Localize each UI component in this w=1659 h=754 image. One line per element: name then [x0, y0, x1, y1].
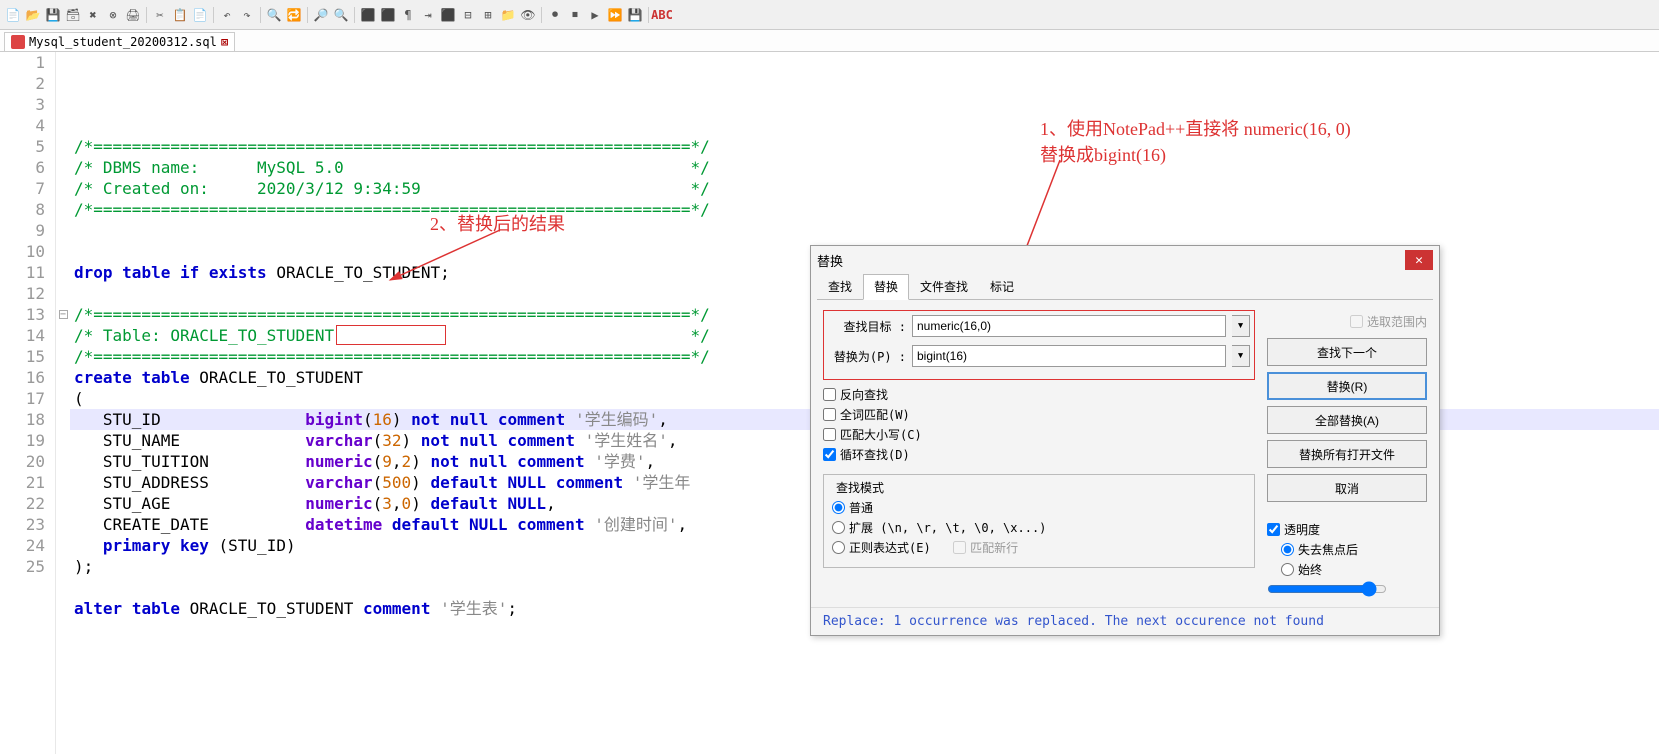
file-tab-active[interactable]: Mysql_student_20200312.sql ⊠ — [4, 32, 235, 51]
dialog-title: 替换 — [817, 251, 843, 270]
radio-extended[interactable] — [832, 521, 845, 534]
tb-indent-icon[interactable]: ⇥ — [419, 6, 437, 24]
dialog-close-button[interactable]: ✕ — [1405, 250, 1433, 270]
sql-file-icon — [11, 35, 25, 49]
search-mode-legend: 查找模式 — [832, 479, 888, 496]
chk-match-case[interactable] — [823, 428, 836, 441]
dialog-titlebar[interactable]: 替换 ✕ — [811, 246, 1439, 274]
btn-replace[interactable]: 替换(R) — [1267, 372, 1427, 400]
chk-in-selection — [1350, 315, 1363, 328]
btn-replace-in-open[interactable]: 替换所有打开文件 — [1267, 440, 1427, 468]
file-tab-label: Mysql_student_20200312.sql — [29, 35, 217, 49]
tb-rec-icon[interactable]: ⏺ — [546, 6, 564, 24]
tb-replace-icon[interactable]: 🔁 — [285, 6, 303, 24]
tb-hide-icon[interactable]: 📁 — [499, 6, 517, 24]
radio-normal[interactable] — [832, 501, 845, 514]
tb-unfold-icon[interactable]: ⊞ — [479, 6, 497, 24]
chk-dot-newline — [953, 541, 966, 554]
file-tabbar: Mysql_student_20200312.sql ⊠ — [0, 30, 1659, 52]
replace-dialog: 替换 ✕ 查找 替换 文件查找 标记 查找目标 : ▾ 替换为(P) : ▾ 反… — [810, 245, 1440, 636]
tb-copy-icon[interactable]: 📋 — [171, 6, 189, 24]
btn-replace-all[interactable]: 全部替换(A) — [1267, 406, 1427, 434]
dialog-tabs: 查找 替换 文件查找 标记 — [817, 274, 1433, 300]
tb-view-icon[interactable]: 👁 — [519, 6, 537, 24]
tb-undo-icon[interactable]: ↶ — [218, 6, 236, 24]
tb-sync-icon[interactable]: ⬛ — [359, 6, 377, 24]
tab-close-icon[interactable]: ⊠ — [221, 35, 228, 49]
find-input[interactable] — [912, 315, 1226, 337]
tb-saveall-icon[interactable]: 🗃 — [64, 6, 82, 24]
chk-backward[interactable] — [823, 388, 836, 401]
tb-close-icon[interactable]: ✖ — [84, 6, 102, 24]
chk-whole-word[interactable] — [823, 408, 836, 421]
tb-stop-icon[interactable]: ⏹ — [566, 6, 584, 24]
radio-trans-always[interactable] — [1281, 563, 1294, 576]
tb-redo-icon[interactable]: ↷ — [238, 6, 256, 24]
tb-print-icon[interactable]: 🖨 — [124, 6, 142, 24]
line-number-gutter: 1234567891011121314151617181920212223242… — [0, 52, 56, 754]
tab-find-in-files[interactable]: 文件查找 — [909, 274, 979, 299]
tab-find[interactable]: 查找 — [817, 274, 863, 299]
tb-cut-icon[interactable]: ✂ — [151, 6, 169, 24]
annotation-2: 2、替换后的结果 — [430, 210, 565, 236]
tb-zoomout-icon[interactable]: 🔍 — [332, 6, 350, 24]
replace-input[interactable] — [912, 345, 1226, 367]
tb-open-icon[interactable]: 📂 — [24, 6, 42, 24]
main-toolbar: 📄 📂 💾 🗃 ✖ ⊗ 🖨 ✂ 📋 📄 ↶ ↷ 🔍 🔁 🔎 🔍 ⬛ ⬛ ¶ ⇥ … — [0, 0, 1659, 30]
tb-closeall-icon[interactable]: ⊗ — [104, 6, 122, 24]
tb-fold-icon[interactable]: ⊟ — [459, 6, 477, 24]
replace-label: 替换为(P) : — [828, 348, 906, 365]
annotation-1: 1、使用NotePad++直接将 numeric(16, 0) 替换成bigin… — [1040, 115, 1351, 167]
fold-column: − — [56, 52, 70, 754]
tb-playmult-icon[interactable]: ⏩ — [606, 6, 624, 24]
radio-trans-onlose[interactable] — [1281, 543, 1294, 556]
tb-play-icon[interactable]: ▶ — [586, 6, 604, 24]
dialog-status: Replace: 1 occurrence was replaced. The … — [811, 607, 1439, 635]
find-label: 查找目标 : — [828, 318, 906, 335]
replace-history-dropdown[interactable]: ▾ — [1232, 345, 1250, 367]
radio-regex[interactable] — [832, 541, 845, 554]
tb-find-icon[interactable]: 🔍 — [265, 6, 283, 24]
highlight-box-bigint — [336, 325, 446, 345]
tb-lang-icon[interactable]: ⬛ — [439, 6, 457, 24]
tb-wrap-icon[interactable]: ⬛ — [379, 6, 397, 24]
tb-save-icon[interactable]: 💾 — [44, 6, 62, 24]
tb-savemacro-icon[interactable]: 💾 — [626, 6, 644, 24]
transparency-slider[interactable] — [1267, 581, 1387, 597]
chk-wrap[interactable] — [823, 448, 836, 461]
tb-zoomin-icon[interactable]: 🔎 — [312, 6, 330, 24]
find-history-dropdown[interactable]: ▾ — [1232, 315, 1250, 337]
btn-find-next[interactable]: 查找下一个 — [1267, 338, 1427, 366]
tb-spell-icon[interactable]: ABC — [653, 6, 671, 24]
tb-paste-icon[interactable]: 📄 — [191, 6, 209, 24]
tb-new-icon[interactable]: 📄 — [4, 6, 22, 24]
tab-replace[interactable]: 替换 — [863, 274, 909, 300]
btn-cancel[interactable]: 取消 — [1267, 474, 1427, 502]
chk-transparency[interactable] — [1267, 523, 1280, 536]
tb-chars-icon[interactable]: ¶ — [399, 6, 417, 24]
tab-mark[interactable]: 标记 — [979, 274, 1025, 299]
